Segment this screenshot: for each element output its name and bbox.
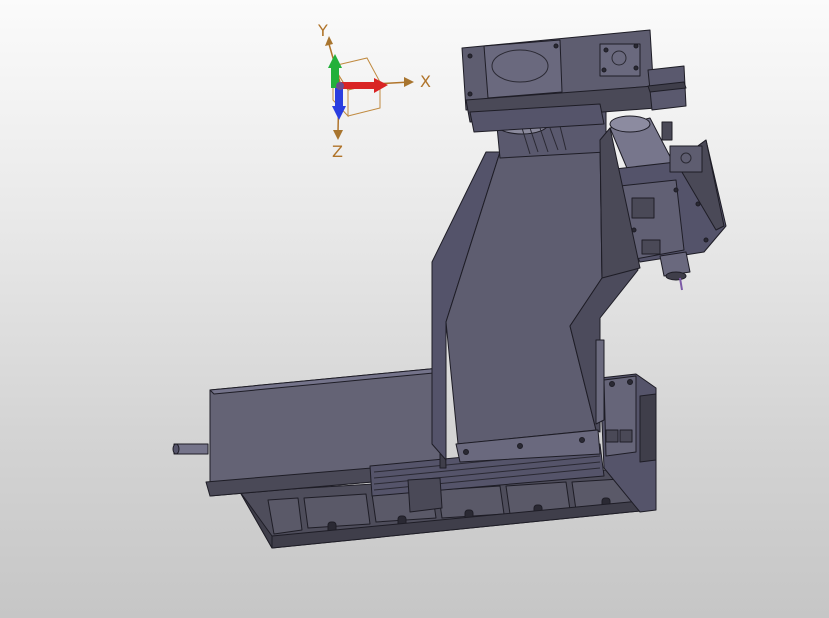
z-arrow[interactable] <box>335 88 343 108</box>
x-axis-label: X <box>420 72 431 91</box>
x-arrow-head[interactable] <box>374 78 388 93</box>
y-arrow-head[interactable] <box>328 54 342 68</box>
x-arrow[interactable] <box>341 82 376 89</box>
x-axis-tip <box>404 77 414 87</box>
y-axis-label: Y <box>317 21 328 40</box>
z-axis-tip <box>333 130 343 140</box>
triad-origin <box>336 82 344 90</box>
model-canvas[interactable]: Y X Z <box>0 0 829 618</box>
3d-viewport[interactable]: Y X Z <box>0 0 829 618</box>
side-arm[interactable] <box>647 65 687 111</box>
z-axis-label: Z <box>332 142 343 161</box>
z-arrow-head[interactable] <box>332 106 346 120</box>
machine-model[interactable] <box>172 29 727 549</box>
coordinate-triad: Y X Z <box>317 21 431 161</box>
